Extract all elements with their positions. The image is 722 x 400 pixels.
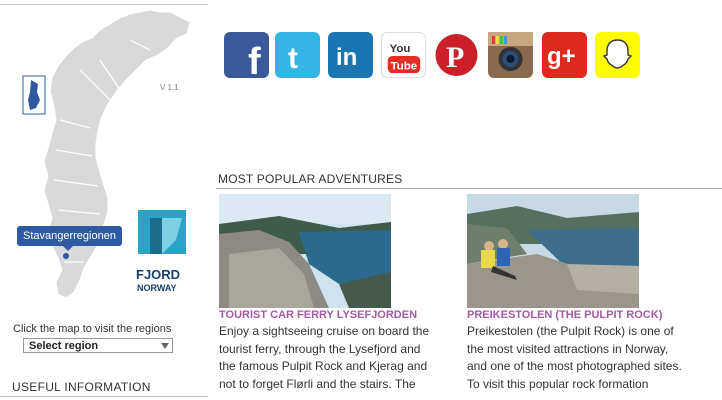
region-click-hint: Click the map to visit the regions xyxy=(13,323,172,335)
map-version: V 1.1 xyxy=(160,83,179,92)
youtube-icon[interactable]: You Tube xyxy=(381,32,426,78)
svg-text:You: You xyxy=(390,43,411,55)
svg-text:g+: g+ xyxy=(547,43,576,70)
svg-text:t: t xyxy=(288,42,298,75)
logo-fjord-text: FJORD xyxy=(136,267,181,282)
divider xyxy=(216,188,722,189)
svg-text:in: in xyxy=(336,44,357,71)
useful-information-heading: USEFUL INFORMATION xyxy=(12,380,151,394)
region-select-value: Select region xyxy=(29,340,99,352)
google-plus-icon[interactable]: g+ xyxy=(542,32,587,78)
sidebar: V 1.1 Stavangerregionen FJORD NORWAY Cli… xyxy=(0,0,210,400)
chevron-down-icon xyxy=(161,343,169,349)
section-title: MOST POPULAR ADVENTURES xyxy=(218,172,403,186)
preikestolen-image[interactable] xyxy=(467,194,639,308)
region-select[interactable]: Select region xyxy=(23,338,173,353)
facebook-icon[interactable]: f xyxy=(224,32,269,78)
svg-text:P: P xyxy=(446,41,464,74)
pinterest-icon[interactable]: P xyxy=(434,32,479,78)
ferry-lysefjorden-image[interactable] xyxy=(219,194,391,308)
logo-norway-text: NORWAY xyxy=(137,283,177,293)
svg-text:f: f xyxy=(248,41,261,78)
card-title-link[interactable]: PREIKESTOLEN (THE PULPIT ROCK) xyxy=(467,309,707,321)
card-description: Enjoy a sightseeing cruise on board the … xyxy=(219,324,430,391)
instagram-icon[interactable] xyxy=(488,32,533,78)
adventure-card: PREIKESTOLEN (THE PULPIT ROCK) Preikesto… xyxy=(467,194,707,393)
linkedin-icon[interactable]: in xyxy=(328,32,373,78)
adventure-card: TOURIST CAR FERRY LYSEFJORDEN Enjoy a si… xyxy=(219,194,459,393)
card-title-link[interactable]: TOURIST CAR FERRY LYSEFJORDEN xyxy=(219,309,459,321)
svg-text:Tube: Tube xyxy=(391,60,418,72)
region-tooltip[interactable]: Stavangerregionen xyxy=(17,226,122,251)
divider xyxy=(0,396,208,397)
snapchat-icon[interactable] xyxy=(595,32,640,78)
twitter-icon[interactable]: t xyxy=(275,32,320,78)
stavanger-pin[interactable] xyxy=(63,253,69,259)
card-description: Preikestolen (the Pulpit Rock) is one of… xyxy=(467,324,682,391)
